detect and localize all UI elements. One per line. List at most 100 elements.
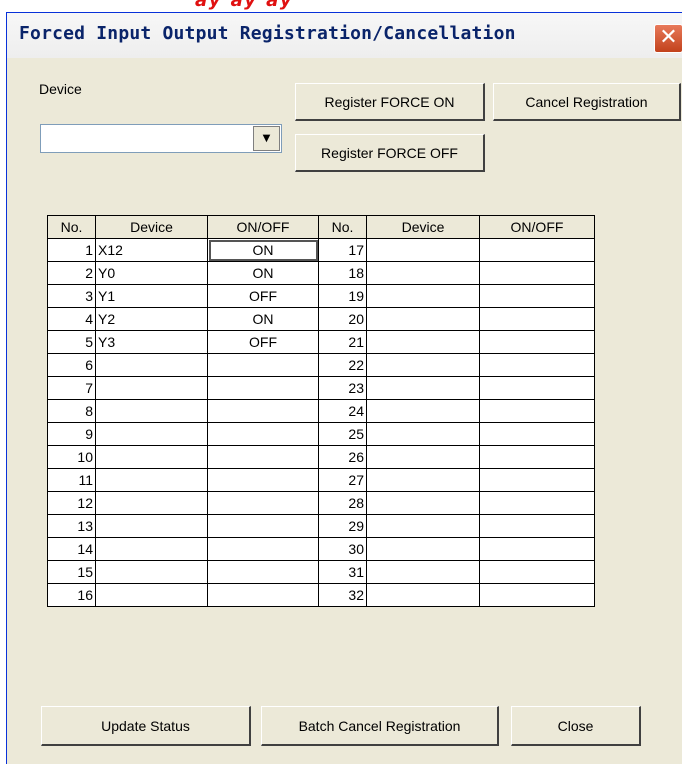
row-no: 5: [47, 330, 96, 354]
device-cell[interactable]: Y2: [95, 307, 208, 331]
device-cell-2[interactable]: [366, 537, 480, 561]
device-cell-2[interactable]: [366, 353, 480, 377]
row-no-2: 31: [318, 560, 367, 584]
device-cell-2[interactable]: [366, 514, 480, 538]
device-cell[interactable]: [95, 445, 208, 469]
device-cell-2[interactable]: [366, 376, 480, 400]
header-no-2: No.: [318, 215, 367, 239]
register-force-off-button[interactable]: Register FORCE OFF: [295, 134, 485, 172]
chevron-down-icon: ▼: [262, 133, 271, 144]
device-cell[interactable]: [95, 491, 208, 515]
table-row: 13 29: [47, 514, 595, 538]
onoff-cell-2[interactable]: [479, 284, 595, 308]
onoff-cell-2[interactable]: [479, 560, 595, 584]
device-cell[interactable]: [95, 422, 208, 446]
onoff-cell[interactable]: [207, 583, 319, 607]
table-row: 12 28: [47, 491, 595, 515]
device-cell[interactable]: [95, 468, 208, 492]
onoff-cell-2[interactable]: [479, 307, 595, 331]
onoff-cell-2[interactable]: [479, 422, 595, 446]
device-cell-2[interactable]: [366, 560, 480, 584]
table-row: 7 23: [47, 376, 595, 400]
row-no-2: 24: [318, 399, 367, 423]
device-cell[interactable]: [95, 376, 208, 400]
device-cell-2[interactable]: [366, 238, 480, 262]
update-status-button[interactable]: Update Status: [41, 706, 251, 746]
dropdown-arrow-button[interactable]: ▼: [253, 126, 280, 151]
onoff-cell[interactable]: OFF: [207, 330, 319, 354]
row-no: 13: [47, 514, 96, 538]
device-cell[interactable]: Y0: [95, 261, 208, 285]
table-row: 10 26: [47, 445, 595, 469]
onoff-cell-2[interactable]: [479, 445, 595, 469]
onoff-cell[interactable]: [207, 468, 319, 492]
device-cell[interactable]: [95, 399, 208, 423]
row-no: 1: [47, 238, 96, 262]
overlay-text: ay ay ay: [195, 0, 294, 11]
onoff-cell[interactable]: ON: [207, 261, 319, 285]
row-no-2: 21: [318, 330, 367, 354]
onoff-cell-2[interactable]: [479, 468, 595, 492]
device-cell[interactable]: X12: [95, 238, 208, 262]
onoff-cell[interactable]: ON: [207, 238, 319, 262]
device-cell-2[interactable]: [366, 445, 480, 469]
device-cell-2[interactable]: [366, 307, 480, 331]
onoff-cell[interactable]: [207, 399, 319, 423]
batch-cancel-label: Batch Cancel Registration: [298, 718, 461, 734]
onoff-cell-2[interactable]: [479, 537, 595, 561]
onoff-cell-2[interactable]: [479, 376, 595, 400]
device-cell[interactable]: Y3: [95, 330, 208, 354]
row-no: 15: [47, 560, 96, 584]
register-force-on-button[interactable]: Register FORCE ON: [295, 83, 485, 121]
device-cell-2[interactable]: [366, 491, 480, 515]
onoff-cell[interactable]: [207, 445, 319, 469]
row-no-2: 28: [318, 491, 367, 515]
batch-cancel-registration-button[interactable]: Batch Cancel Registration: [261, 706, 499, 746]
onoff-cell[interactable]: [207, 560, 319, 584]
onoff-cell-2[interactable]: [479, 491, 595, 515]
cancel-registration-button[interactable]: Cancel Registration: [493, 83, 681, 121]
onoff-cell[interactable]: [207, 491, 319, 515]
device-cell-2[interactable]: [366, 422, 480, 446]
onoff-cell[interactable]: OFF: [207, 284, 319, 308]
device-cell[interactable]: [95, 537, 208, 561]
device-cell-2[interactable]: [366, 261, 480, 285]
onoff-cell-2[interactable]: [479, 514, 595, 538]
onoff-cell[interactable]: [207, 353, 319, 377]
device-cell[interactable]: [95, 353, 208, 377]
row-no-2: 20: [318, 307, 367, 331]
onoff-cell-2[interactable]: [479, 399, 595, 423]
close-label: Close: [557, 718, 594, 734]
onoff-cell-2[interactable]: [479, 330, 595, 354]
onoff-cell[interactable]: [207, 514, 319, 538]
device-cell-2[interactable]: [366, 330, 480, 354]
device-cell[interactable]: [95, 514, 208, 538]
table-row: 4 Y2 ON 20: [47, 307, 595, 331]
onoff-cell[interactable]: ON: [207, 307, 319, 331]
onoff-cell-2[interactable]: [479, 353, 595, 377]
onoff-cell[interactable]: [207, 376, 319, 400]
device-combobox[interactable]: ▼: [40, 124, 282, 153]
device-cell[interactable]: Y1: [95, 284, 208, 308]
row-no: 14: [47, 537, 96, 561]
device-cell[interactable]: [95, 560, 208, 584]
row-no-2: 19: [318, 284, 367, 308]
onoff-cell-2[interactable]: [479, 238, 595, 262]
header-no: No.: [47, 215, 96, 239]
cancel-registration-label: Cancel Registration: [525, 94, 648, 110]
row-no-2: 27: [318, 468, 367, 492]
onoff-cell-2[interactable]: [479, 583, 595, 607]
device-cell-2[interactable]: [366, 468, 480, 492]
close-window-button[interactable]: ✕: [654, 24, 682, 53]
onoff-cell[interactable]: [207, 537, 319, 561]
device-cell-2[interactable]: [366, 583, 480, 607]
close-button[interactable]: Close: [511, 706, 641, 746]
dialog-window: Forced Input Output Registration/Cancell…: [6, 12, 682, 764]
onoff-cell[interactable]: [207, 422, 319, 446]
device-cell-2[interactable]: [366, 399, 480, 423]
row-no-2: 18: [318, 261, 367, 285]
onoff-cell-2[interactable]: [479, 261, 595, 285]
device-cell-2[interactable]: [366, 284, 480, 308]
device-cell[interactable]: [95, 583, 208, 607]
row-no: 12: [47, 491, 96, 515]
